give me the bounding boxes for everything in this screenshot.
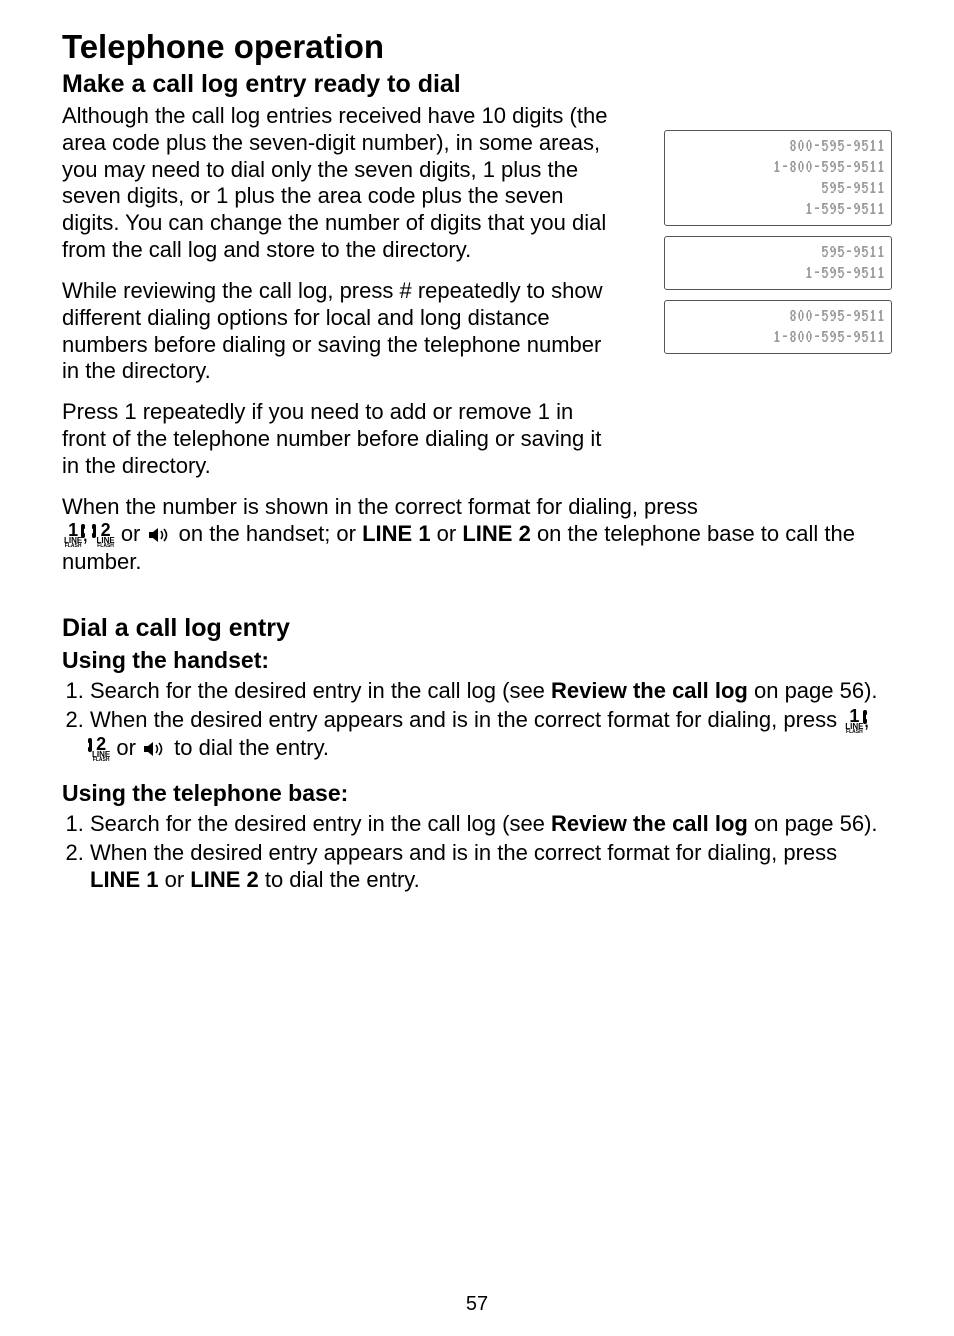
paragraph: While reviewing the call log, press # re… [62, 278, 620, 385]
handset-icon [863, 709, 875, 729]
icon-sublabel: FLASH [92, 758, 110, 763]
paragraph: Press 1 repeatedly if you need to add or… [62, 399, 620, 479]
line1-icon: 1 LINE FLASH [64, 521, 82, 549]
lcd-illustrations: 800-595-9511 1-800-595-9511 595-9511 1-5… [664, 130, 892, 364]
text: or [431, 521, 463, 546]
section-heading: Dial a call log entry [62, 614, 892, 643]
icon-sublabel: FLASH [64, 544, 82, 549]
lcd-row: 1-800-595-9511 [671, 326, 885, 347]
instruction-list: Search for the desired entry in the call… [62, 678, 892, 764]
lcd-row: 1-595-9511 [671, 262, 885, 283]
lcd-row: 1-800-595-9511 [671, 156, 885, 177]
sub-heading: Using the telephone base: [62, 780, 892, 807]
lcd-row: 595-9511 [671, 177, 885, 198]
text: When the number is shown in the correct … [62, 494, 698, 519]
lcd-box-1: 800-595-9511 1-800-595-9511 595-9511 1-5… [664, 130, 892, 226]
speaker-icon [144, 737, 166, 764]
text: When the desired entry appears and is in… [90, 707, 843, 732]
list-item: Search for the desired entry in the call… [90, 678, 892, 705]
instruction-list: Search for the desired entry in the call… [62, 811, 892, 893]
text: Search for the desired entry in the call… [90, 811, 551, 836]
list-item: When the desired entry appears and is in… [90, 707, 892, 764]
lcd-row: 800-595-9511 [671, 305, 885, 326]
handset-icon [80, 737, 92, 757]
lcd-row: 595-9511 [671, 241, 885, 262]
cross-ref: Review the call log [551, 811, 748, 836]
list-item: When the desired entry appears and is in… [90, 840, 892, 894]
lcd-row: 800-595-9511 [671, 135, 885, 156]
lcd-box-2: 595-9511 1-595-9511 [664, 236, 892, 290]
lcd-row: 1-595-9511 [671, 198, 885, 219]
text: to dial the entry. [259, 867, 420, 892]
lcd-box-3: 800-595-9511 1-800-595-9511 [664, 300, 892, 354]
speaker-icon [149, 523, 171, 550]
line2-icon: 2 LINE FLASH [92, 735, 110, 763]
page-title: Telephone operation [62, 28, 892, 66]
cross-ref: Review the call log [551, 678, 748, 703]
paragraph: When the number is shown in the correct … [62, 494, 892, 576]
manual-page: Telephone operation Make a call log entr… [0, 0, 954, 1336]
page-number: 57 [0, 1293, 954, 1316]
sub-heading: Using the handset: [62, 647, 892, 674]
line2-icon: 2 LINE FLASH [96, 521, 114, 549]
text: or [158, 867, 190, 892]
line2-text: LINE 2 [190, 867, 258, 892]
section-heading: Make a call log entry ready to dial [62, 70, 892, 99]
icon-sublabel: FLASH [845, 730, 863, 735]
separator: or [115, 521, 147, 546]
line1-icon: 1 LINE FLASH [845, 707, 863, 735]
text: on the handset; or [179, 521, 362, 546]
text: on page 56). [748, 678, 878, 703]
text: Search for the desired entry in the call… [90, 678, 551, 703]
separator: or [110, 735, 142, 760]
line1-text: LINE 1 [90, 867, 158, 892]
text: on page 56). [748, 811, 878, 836]
list-item: Search for the desired entry in the call… [90, 811, 892, 838]
paragraph: Although the call log entries received h… [62, 103, 620, 264]
text: to dial the entry. [168, 735, 329, 760]
text: When the desired entry appears and is in… [90, 840, 837, 865]
handset-icon [84, 523, 96, 543]
line1-text: LINE 1 [362, 521, 430, 546]
icon-sublabel: FLASH [96, 544, 114, 549]
line2-text: LINE 2 [462, 521, 530, 546]
